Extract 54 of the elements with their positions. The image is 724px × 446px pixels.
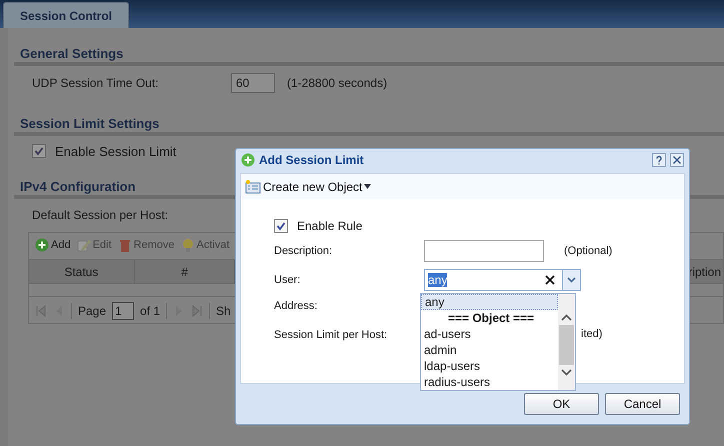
pencil-icon (76, 238, 91, 252)
close-button[interactable] (670, 153, 684, 167)
field-label: Description: (274, 245, 334, 257)
hint-text: (1-28800 seconds) (287, 76, 388, 90)
list-option[interactable]: any (421, 294, 558, 310)
input-field[interactable]: 60 (231, 73, 275, 93)
help-icon (654, 155, 664, 165)
section-title: IPv4 Configuration (20, 178, 136, 194)
dialog-button[interactable]: OK (524, 393, 599, 415)
close-icon (672, 155, 682, 165)
list-icon (245, 180, 261, 194)
field-label: Address: (274, 300, 318, 312)
page-label: Page (78, 304, 106, 318)
input-field[interactable] (424, 240, 544, 262)
trash-icon (118, 238, 132, 252)
page-count: of 1 (140, 304, 160, 318)
field-label: Default Session per Host: (32, 208, 170, 222)
show-label: Sh (216, 304, 231, 318)
clear-icon[interactable] (544, 274, 556, 286)
dialog-button[interactable]: Cancel (605, 393, 680, 415)
column-header[interactable]: Status (64, 264, 98, 278)
field-label: Session Limit per Host: (274, 329, 388, 341)
section-title: General Settings (20, 46, 124, 60)
field-label: UDP Session Time Out: (32, 76, 160, 90)
plus-icon (35, 238, 49, 252)
list-option[interactable]: ldap-users (421, 358, 558, 374)
help-button[interactable] (652, 153, 666, 167)
field-label: User: (274, 274, 302, 286)
toolbar-button[interactable]: Add (35, 238, 71, 252)
caret-icon (364, 184, 372, 189)
combo-box[interactable]: any (424, 269, 581, 291)
dropdown-button[interactable] (562, 270, 580, 290)
checkbox[interactable] (32, 144, 46, 158)
plus-icon (241, 153, 255, 167)
checkbox[interactable] (274, 219, 288, 233)
list-option[interactable]: radius-users (421, 374, 558, 390)
hint-text: (Optional) (564, 245, 612, 257)
dialog-title: Add Session Limit (259, 153, 365, 167)
column-header[interactable]: # (181, 264, 188, 278)
chevron-icon (567, 277, 576, 283)
hint-text: ited) (581, 328, 602, 340)
create-object-menu[interactable]: Create new Object (245, 180, 372, 194)
section-title: Session Limit Settings (20, 116, 160, 130)
lightbulb-icon (180, 238, 195, 252)
list-option[interactable]: admin (421, 342, 558, 358)
list-option[interactable]: ad-users (421, 326, 558, 342)
scrollbar[interactable] (558, 294, 575, 390)
tab[interactable]: Session Control (3, 2, 130, 28)
scroll-up-icon[interactable] (561, 314, 572, 321)
checkbox-label: Enable Session Limit (55, 144, 176, 158)
page-input[interactable]: 1 (112, 302, 134, 320)
scroll-down-icon[interactable] (561, 369, 572, 376)
checkbox-label: Enable Rule (297, 219, 362, 233)
list-group-header: === Object === (446, 310, 536, 326)
